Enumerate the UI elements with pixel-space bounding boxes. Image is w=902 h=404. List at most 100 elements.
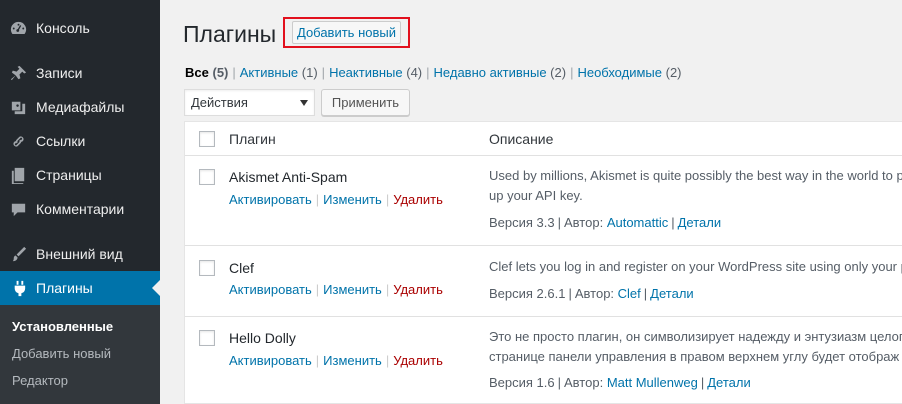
description-line: up your API key. <box>489 188 583 203</box>
menu-item-posts[interactable]: Записи <box>0 56 160 90</box>
brush-icon <box>0 245 36 264</box>
separator: | <box>426 65 430 80</box>
main-content: Плагины Добавить новый Все (5) | Активные … <box>160 0 902 404</box>
author-link[interactable]: Matt Mullenweg <box>607 375 698 390</box>
activate-link[interactable]: Активировать <box>229 192 312 207</box>
comment-icon <box>0 200 36 219</box>
submenu-add-new[interactable]: Добавить новый <box>12 346 111 361</box>
details-link[interactable]: Детали <box>707 375 751 390</box>
separator: | <box>385 282 390 297</box>
details-link[interactable]: Детали <box>650 286 694 301</box>
select-all-checkbox[interactable] <box>199 131 215 147</box>
filter-label: Недавно активные <box>433 65 547 80</box>
plugin-version: Версия 3.3 <box>489 215 555 230</box>
plugins-submenu: Установленные Добавить новый Редактор <box>0 305 160 404</box>
details-link[interactable]: Детали <box>678 215 722 230</box>
menu-item-media[interactable]: Медиафайлы <box>0 90 160 124</box>
dashboard-icon <box>0 19 36 38</box>
submenu-editor[interactable]: Редактор <box>12 373 68 388</box>
submenu-installed[interactable]: Установленные <box>12 319 113 334</box>
menu-label: Медиафайлы <box>36 99 125 115</box>
filter-all[interactable]: Все (5) <box>185 65 228 80</box>
plugin-version: Версия 2.6.1 <box>489 286 566 301</box>
filter-count: (4) <box>406 65 423 80</box>
table-row: Hello Dolly Активировать | Изменить | Удалит… <box>185 317 902 403</box>
table-header: Плагин Описание <box>185 122 902 156</box>
menu-label: Плагины <box>36 280 93 296</box>
filter-count: (5) <box>212 65 229 80</box>
separator: | <box>385 192 390 207</box>
row-actions: Активировать | Изменить | Удалить <box>229 282 443 297</box>
row-checkbox[interactable] <box>199 169 215 185</box>
filter-must-use[interactable]: Необходимые (2) <box>577 65 681 80</box>
description-line: странице панели управления в правом верх… <box>489 349 900 364</box>
plugin-version: Версия 1.6 <box>489 375 555 390</box>
menu-item-comments[interactable]: Комментарии <box>0 192 160 226</box>
menu-label: Записи <box>36 65 83 81</box>
edit-link[interactable]: Изменить <box>323 353 382 368</box>
edit-link[interactable]: Изменить <box>323 192 382 207</box>
filter-active[interactable]: Активные (1) <box>240 65 318 80</box>
table-row: Akismet Anti-Spam Активировать | Изменить |… <box>185 157 902 246</box>
edit-link[interactable]: Изменить <box>323 282 382 297</box>
row-checkbox[interactable] <box>199 330 215 346</box>
filter-recently-active[interactable]: Недавно активные (2) <box>434 65 567 80</box>
apply-button[interactable]: Применить <box>321 89 410 116</box>
separator: | <box>232 65 236 80</box>
column-plugin: Плагин <box>229 131 276 147</box>
filter-label: Необходимые <box>577 65 662 80</box>
plugin-description: Это не просто плагин, он символизирует н… <box>489 327 902 367</box>
filter-label: Все <box>185 65 209 80</box>
separator: | <box>643 286 648 301</box>
add-new-button[interactable]: Добавить новый <box>292 21 401 44</box>
plugin-meta: Версия 2.6.1 | Автор: Clef | Детали <box>489 286 694 301</box>
bulk-actions-select[interactable]: Действия <box>184 89 315 116</box>
description-line: Это не просто плагин, он символизирует н… <box>489 329 902 344</box>
delete-link[interactable]: Удалить <box>393 353 443 368</box>
menu-item-appearance[interactable]: Внешний вид <box>0 237 160 271</box>
chevron-down-icon <box>300 100 308 106</box>
page-title: Плагины <box>183 21 277 47</box>
filter-count: (1) <box>301 65 318 80</box>
separator: | <box>557 375 562 390</box>
table-row: Clef Активировать | Изменить | Удалить Clef … <box>185 246 902 317</box>
menu-item-links[interactable]: Ссылки <box>0 124 160 158</box>
menu-item-plugins[interactable]: Плагины <box>0 271 160 305</box>
author-label: Автор: <box>564 375 604 390</box>
status-filters: Все (5) | Активные (1) | Неактивные (4) | Неда… <box>185 65 682 80</box>
bulk-actions-value: Действия <box>191 95 248 110</box>
row-checkbox[interactable] <box>199 260 215 276</box>
plugin-description: Clef lets you log in and register on you… <box>489 257 902 277</box>
column-description: Описание <box>489 131 554 147</box>
plugin-icon <box>0 279 36 298</box>
menu-label: Ссылки <box>36 133 86 149</box>
separator: | <box>315 353 320 368</box>
menu-item-pages[interactable]: Страницы <box>0 158 160 192</box>
filter-inactive[interactable]: Неактивные (4) <box>329 65 422 80</box>
author-link[interactable]: Automattic <box>607 215 668 230</box>
add-new-highlight: Добавить новый <box>283 17 410 48</box>
link-icon <box>0 132 36 151</box>
separator: | <box>557 215 562 230</box>
pin-icon <box>0 64 36 83</box>
description-line: Clef lets you log in and register on you… <box>489 259 902 274</box>
menu-label: Комментарии <box>36 201 125 217</box>
row-actions: Активировать | Изменить | Удалить <box>229 192 443 207</box>
separator: | <box>700 375 705 390</box>
activate-link[interactable]: Активировать <box>229 353 312 368</box>
plugin-description: Used by millions, Akismet is quite possi… <box>489 166 902 206</box>
row-actions: Активировать | Изменить | Удалить <box>229 353 443 368</box>
filter-label: Активные <box>239 65 299 80</box>
delete-link[interactable]: Удалить <box>393 282 443 297</box>
activate-link[interactable]: Активировать <box>229 282 312 297</box>
admin-sidebar: Консоль Записи Медиафайлы Ссылки Страниц… <box>0 0 160 404</box>
plugins-table: Плагин Описание Akismet Anti-Spam Активи… <box>184 121 902 404</box>
separator: | <box>321 65 326 80</box>
plugin-name: Clef <box>229 260 254 276</box>
separator: | <box>315 282 320 297</box>
media-icon <box>0 98 36 117</box>
menu-item-console[interactable]: Консоль <box>0 11 160 45</box>
author-link[interactable]: Clef <box>618 286 641 301</box>
delete-link[interactable]: Удалить <box>393 192 443 207</box>
menu-label: Страницы <box>36 167 102 183</box>
